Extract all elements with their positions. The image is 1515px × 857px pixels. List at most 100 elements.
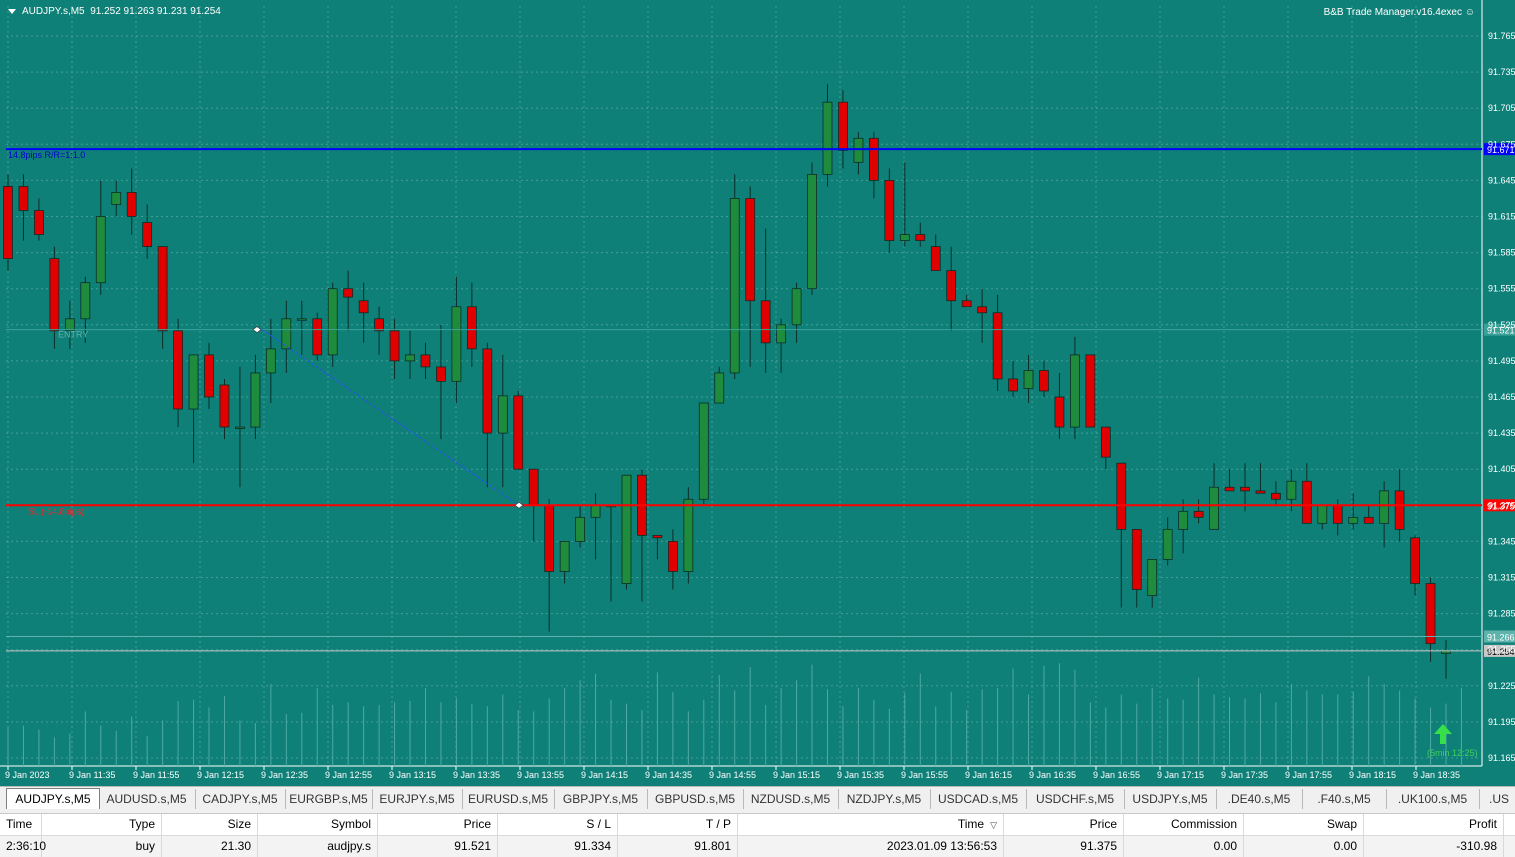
price-axis-label: 91.435	[1488, 428, 1515, 438]
candle-body	[250, 372, 261, 428]
table-row[interactable]: 2:36:10 buy 21.30 audjpy.s 91.521 91.334 91.80…	[0, 836, 1515, 857]
column-header-label: Profit	[1468, 817, 1497, 831]
tab-f40-s-m5[interactable]: .F40.s,M5	[1302, 789, 1387, 809]
table-cell: 91.375	[1004, 836, 1124, 857]
tab-usdchf-s-m5[interactable]: USDCHF.s,M5	[1026, 789, 1125, 809]
candle-body	[157, 246, 168, 332]
candle-body	[142, 222, 153, 247]
time-axis-label: 9 Jan 16:15	[965, 770, 1012, 780]
column-header-price-4[interactable]: Price	[378, 814, 498, 835]
candle-body	[1178, 510, 1189, 530]
candle-body	[946, 270, 957, 302]
column-header-t-p-6[interactable]: T / P	[618, 814, 738, 835]
candle-body	[374, 318, 384, 332]
candle-body	[853, 137, 864, 163]
candle-body	[838, 101, 848, 151]
candle-body	[1054, 396, 1065, 428]
price-chart[interactable]: 91.671 14.8pips R/R=1:1.0 91.375 SL (-14.8p…	[0, 0, 1515, 786]
tab-audjpy-s-m5[interactable]: AUDJPY.s,M5	[6, 788, 100, 809]
column-header-time-7[interactable]: Time ▽	[738, 814, 1004, 835]
candle-body	[899, 234, 910, 241]
candle-body	[265, 348, 276, 374]
candle-body	[3, 186, 13, 260]
price-axis-label: 91.585	[1488, 248, 1515, 258]
price-axis-label: 91.765	[1488, 31, 1515, 41]
time-axis-label: 9 Jan 12:15	[197, 770, 244, 780]
tab-nzdusd-s-m5[interactable]: NZDUSD.s,M5	[743, 789, 839, 809]
column-header-profit-11[interactable]: Profit	[1364, 814, 1504, 835]
candle-body	[1348, 516, 1359, 524]
trade-grid: Time Type Size Symbol Price S / L T / P Time ▽ Pr…	[0, 813, 1515, 857]
candle-body	[1332, 504, 1343, 524]
tab-eurusd-s-m5[interactable]: EURUSD.s,M5	[462, 789, 555, 809]
candle-body	[312, 318, 323, 356]
candle-body	[930, 246, 941, 272]
column-header-size-2[interactable]: Size	[162, 814, 258, 835]
tab-nzdjpy-s-m5[interactable]: NZDJPY.s,M5	[838, 789, 931, 809]
column-header-label: Symbol	[330, 817, 371, 831]
tab-uk100-s-m5[interactable]: .UK100.s,M5	[1386, 789, 1480, 809]
tab-gbpjpy-s-m5[interactable]: GBPJPY.s,M5	[554, 789, 648, 809]
time-axis-label: 9 Jan 14:15	[581, 770, 628, 780]
candle-body	[420, 354, 431, 368]
time-axis-label: 9 Jan 15:15	[773, 770, 820, 780]
time-axis-label: 9 Jan 15:55	[901, 770, 948, 780]
chart-canvas[interactable]: 91.67114.8pips R/R=1:1.091.375SL (-14.8p…	[0, 0, 1515, 786]
time-axis-label: 9 Jan 17:15	[1157, 770, 1204, 780]
candle-body	[343, 288, 354, 298]
column-header-commission-9[interactable]: Commission	[1124, 814, 1244, 835]
price-axis-label: 91.555	[1488, 284, 1515, 294]
candle-body	[204, 354, 214, 398]
candle-body	[884, 179, 895, 241]
column-header-s-l-5[interactable]: S / L	[498, 814, 618, 835]
time-axis-label: 9 Jan 14:35	[645, 770, 692, 780]
column-header-symbol-3[interactable]: Symbol	[258, 814, 378, 835]
entry-line-label: ENTRY	[58, 330, 88, 340]
time-axis-label: 9 Jan 13:35	[453, 770, 500, 780]
candle-body	[1425, 583, 1436, 645]
column-header-label: Type	[128, 817, 155, 831]
tab-eurgbp-s-m5[interactable]: EURGBP.s,M5	[285, 789, 373, 809]
candle-body	[1317, 504, 1328, 524]
price-axis-label: 91.495	[1488, 356, 1515, 366]
candle-body	[513, 395, 524, 470]
tab-cadjpy-s-m5[interactable]: CADJPY.s,M5	[195, 789, 286, 809]
time-axis-label: 9 Jan 13:15	[389, 770, 436, 780]
up-arrow-icon	[1434, 724, 1452, 744]
sl-line-label: SL (-14.8pips)	[28, 506, 84, 516]
candle-body	[776, 324, 787, 344]
candle-body	[1162, 528, 1173, 560]
expert-advisor-label: B&B Trade Manager.v16.4exec ☺	[1324, 7, 1475, 18]
tab-de40-s-m5[interactable]: .DE40.s,M5	[1216, 789, 1303, 809]
price-axis-label: 91.345	[1488, 536, 1515, 546]
sort-indicator-icon: ▽	[990, 820, 997, 830]
candle-body	[405, 354, 415, 362]
tab-audusd-s-m5[interactable]: AUDUSD.s,M5	[98, 789, 196, 809]
candle-body	[714, 372, 725, 404]
chart-ohlc: 91.252 91.263 91.231 91.254	[90, 6, 221, 17]
tab-eurjpy-s-m5[interactable]: EURJPY.s,M5	[372, 789, 463, 809]
time-axis-label: 9 Jan 12:35	[261, 770, 308, 780]
candle-body	[466, 306, 477, 350]
candle-body	[528, 468, 539, 506]
column-header-time-0[interactable]: Time	[0, 814, 42, 835]
price-axis-label: 91.525	[1488, 320, 1515, 330]
time-axis-label: 9 Jan 12:55	[325, 770, 372, 780]
tab-us[interactable]: .US	[1479, 789, 1515, 809]
candle-body	[1255, 490, 1266, 494]
candle-body	[327, 288, 338, 356]
column-header-type-1[interactable]: Type	[42, 814, 162, 835]
candle-body	[436, 366, 446, 382]
candle-body	[1394, 490, 1405, 530]
candle-body	[235, 426, 245, 429]
tab-gbpusd-s-m5[interactable]: GBPUSD.s,M5	[647, 789, 744, 809]
tab-usdcad-s-m5[interactable]: USDCAD.s,M5	[930, 789, 1027, 809]
tab-usdjpy-s-m5[interactable]: USDJPY.s,M5	[1124, 789, 1217, 809]
candle-body	[49, 258, 60, 332]
candle-body	[1209, 486, 1219, 530]
dropdown-triangle-icon[interactable]	[8, 8, 16, 14]
column-header-swap-10[interactable]: Swap	[1244, 814, 1364, 835]
column-header-price-8[interactable]: Price	[1004, 814, 1124, 835]
candle-body	[1363, 516, 1374, 524]
candle-body	[1271, 492, 1281, 500]
